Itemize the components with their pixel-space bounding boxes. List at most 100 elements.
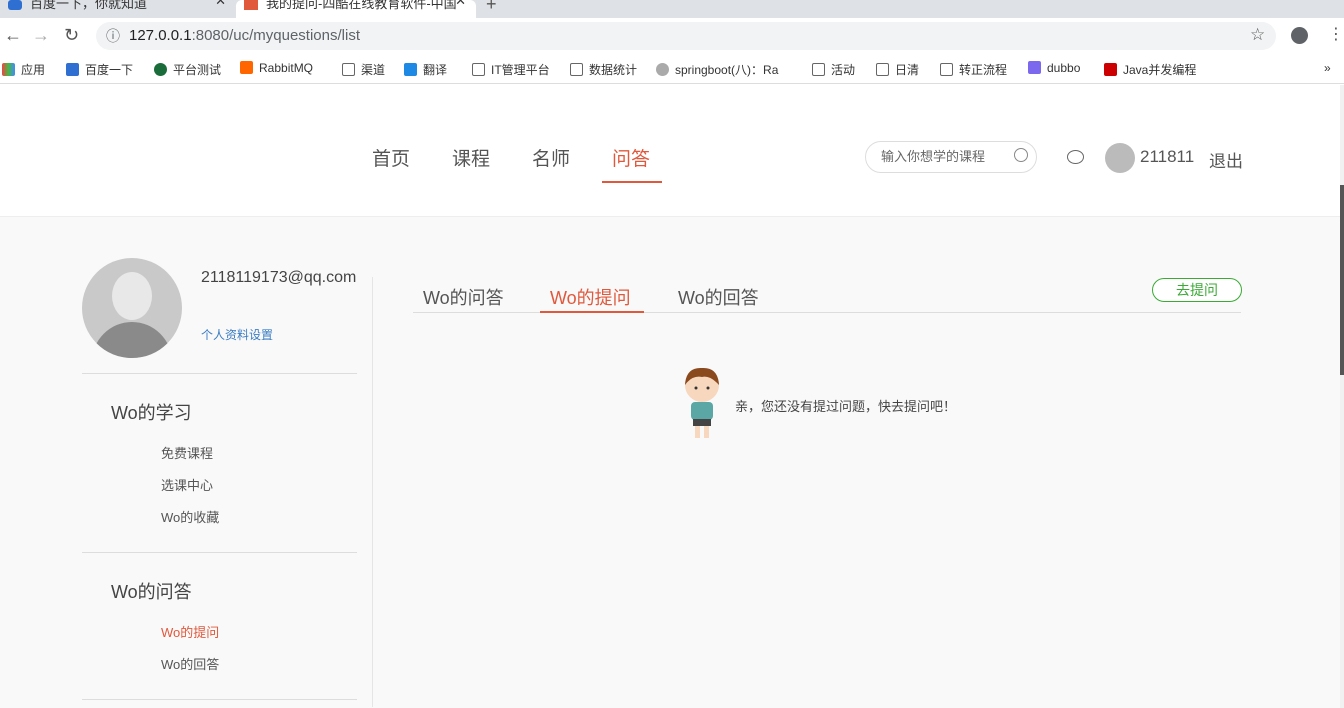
active-tab-underline	[540, 311, 644, 313]
translate-icon	[404, 63, 417, 76]
info-icon: ⓘ	[106, 28, 120, 44]
bookmark-label: 翻译	[423, 63, 448, 77]
address-bar[interactable]: ⓘ 127.0.0.1:8080/uc/myquestions/list	[96, 22, 1276, 50]
sidebar-item-my-answers[interactable]: Wo的回答	[161, 654, 219, 673]
nav-active-underline	[602, 181, 662, 183]
page-icon	[812, 63, 825, 76]
browser-tab-bar: 百度一下，你就知道 ✕ 我的提问-四酷在线教育软件-中国 ✕ +	[0, 0, 1344, 18]
site-icon	[244, 0, 258, 10]
url-host: 127.0.0.1	[129, 27, 192, 44]
search-icon[interactable]	[1014, 148, 1028, 162]
tabs-divider	[413, 312, 1241, 313]
back-icon[interactable]: ←	[4, 25, 22, 46]
avatar[interactable]	[1105, 143, 1135, 173]
bookmarks-bar: 应用 百度一下 平台测试 RabbitMQ 渠道 翻译 IT管理平台 数据统计 …	[0, 54, 1344, 84]
url-path: :8080/uc/myquestions/list	[191, 27, 360, 44]
panda-icon	[154, 63, 167, 76]
close-tab-icon[interactable]: ✕	[215, 0, 226, 7]
more-bookmarks-button[interactable]: »	[1324, 61, 1331, 75]
section-title: Wo的学习	[111, 403, 192, 423]
nav-courses[interactable]: 课程	[452, 144, 490, 171]
bookmark[interactable]: 渠道	[342, 61, 385, 78]
page-icon	[570, 63, 583, 76]
divider	[82, 552, 357, 553]
sidebar-item-my-questions[interactable]: Wo的提问	[161, 622, 219, 641]
bookmark-label: 渠道	[361, 63, 386, 77]
sidebar-item-course-center[interactable]: 选课中心	[161, 475, 213, 494]
new-tab-icon[interactable]: +	[486, 0, 497, 15]
nav-teachers[interactable]: 名师	[532, 144, 570, 171]
nav-qa[interactable]: 问答	[612, 144, 650, 171]
bookmark-label: 平台测试	[173, 63, 222, 77]
bookmark[interactable]: Java并发编程	[1104, 61, 1196, 78]
sidebar-item-favorites[interactable]: Wo的收藏	[161, 507, 219, 526]
browser-tab[interactable]: 百度一下，你就知道 ✕	[0, 0, 236, 18]
bookmark[interactable]: 翻译	[404, 61, 447, 78]
search-placeholder: 输入你想学的课程	[881, 149, 986, 164]
bookmark[interactable]: RabbitMQ	[240, 61, 313, 75]
tab-title: 百度一下，你就知道	[30, 0, 148, 11]
forward-icon[interactable]: →	[32, 25, 50, 46]
username[interactable]: 211811	[1140, 147, 1194, 167]
bookmark[interactable]: 平台测试	[154, 61, 221, 78]
baidu-icon	[66, 63, 79, 76]
ask-question-button[interactable]: 去提问	[1152, 278, 1242, 302]
divider	[372, 277, 373, 707]
section-title: Wo的问答	[111, 582, 192, 602]
bookmark[interactable]: 转正流程	[940, 61, 1007, 78]
bookmark-label: RabbitMQ	[259, 61, 314, 75]
divider	[82, 373, 357, 374]
bookmark[interactable]: 应用	[2, 61, 45, 78]
empty-message: 亲，您还没有提过问题，快去提问吧！	[735, 399, 957, 414]
bookmark-label: 日清	[895, 63, 920, 77]
tab-my-questions[interactable]: Wo的提问	[550, 284, 631, 310]
bookmark[interactable]: 数据统计	[570, 61, 637, 78]
divider	[82, 699, 357, 700]
dubbo-icon	[1028, 61, 1041, 74]
bookmark-label: 应用	[21, 63, 46, 77]
message-icon[interactable]	[1067, 150, 1084, 164]
csdn-icon	[1104, 63, 1117, 76]
reload-icon[interactable]: ↻	[64, 25, 79, 46]
profile-settings-link[interactable]: 个人资料设置	[201, 326, 273, 343]
apps-icon	[2, 63, 15, 76]
bookmark[interactable]: 活动	[812, 61, 855, 78]
user-email: 2118119173@qq.com	[201, 269, 357, 286]
baidu-icon	[8, 0, 22, 10]
sidebar-item-free-courses[interactable]: 免费课程	[161, 443, 213, 462]
bookmark-label: 转正流程	[959, 63, 1008, 77]
tab-my-qa[interactable]: Wo的问答	[423, 284, 504, 310]
bookmark-label: Java并发编程	[1123, 63, 1197, 77]
page-icon	[472, 63, 485, 76]
close-tab-icon[interactable]: ✕	[455, 0, 466, 7]
page-icon	[876, 63, 889, 76]
bookmark-label: IT管理平台	[491, 63, 550, 77]
bookmark[interactable]: 日清	[876, 61, 919, 78]
scrollbar-thumb[interactable]	[1340, 185, 1344, 375]
nav-home[interactable]: 首页	[372, 144, 410, 171]
menu-icon[interactable]: ⋮	[1328, 24, 1344, 44]
logout-link[interactable]: 退出	[1209, 147, 1243, 172]
profile-avatar	[82, 258, 182, 358]
page: 首页 课程 名师 问答 输入你想学的课程 211811 退出 211811917…	[0, 85, 1340, 708]
bookmark-label: 百度一下	[85, 63, 134, 77]
bookmark[interactable]: IT管理平台	[472, 61, 550, 78]
browser-tab-active[interactable]: 我的提问-四酷在线教育软件-中国 ✕	[236, 0, 476, 18]
search-input[interactable]: 输入你想学的课程	[865, 141, 1037, 173]
bookmark-label: 数据统计	[589, 63, 638, 77]
page-icon	[940, 63, 953, 76]
robot-icon	[656, 63, 669, 76]
rabbitmq-icon	[240, 61, 253, 74]
bookmark-label: dubbo	[1047, 61, 1081, 75]
bookmark-label: 活动	[831, 63, 856, 77]
site-header: 首页 课程 名师 问答 输入你想学的课程 211811 退出	[0, 85, 1340, 217]
tab-my-answers[interactable]: Wo的回答	[678, 284, 759, 310]
bookmark[interactable]: springboot(八)：Ra	[656, 61, 778, 78]
bookmark-label: springboot(八)：Ra	[675, 63, 779, 77]
bookmark[interactable]: 百度一下	[66, 61, 133, 78]
bookmark[interactable]: dubbo	[1028, 61, 1080, 75]
account-icon[interactable]	[1291, 27, 1308, 44]
bookmark-star-icon[interactable]: ☆	[1250, 25, 1265, 45]
scrollbar[interactable]	[1340, 85, 1344, 708]
page-icon	[342, 63, 355, 76]
